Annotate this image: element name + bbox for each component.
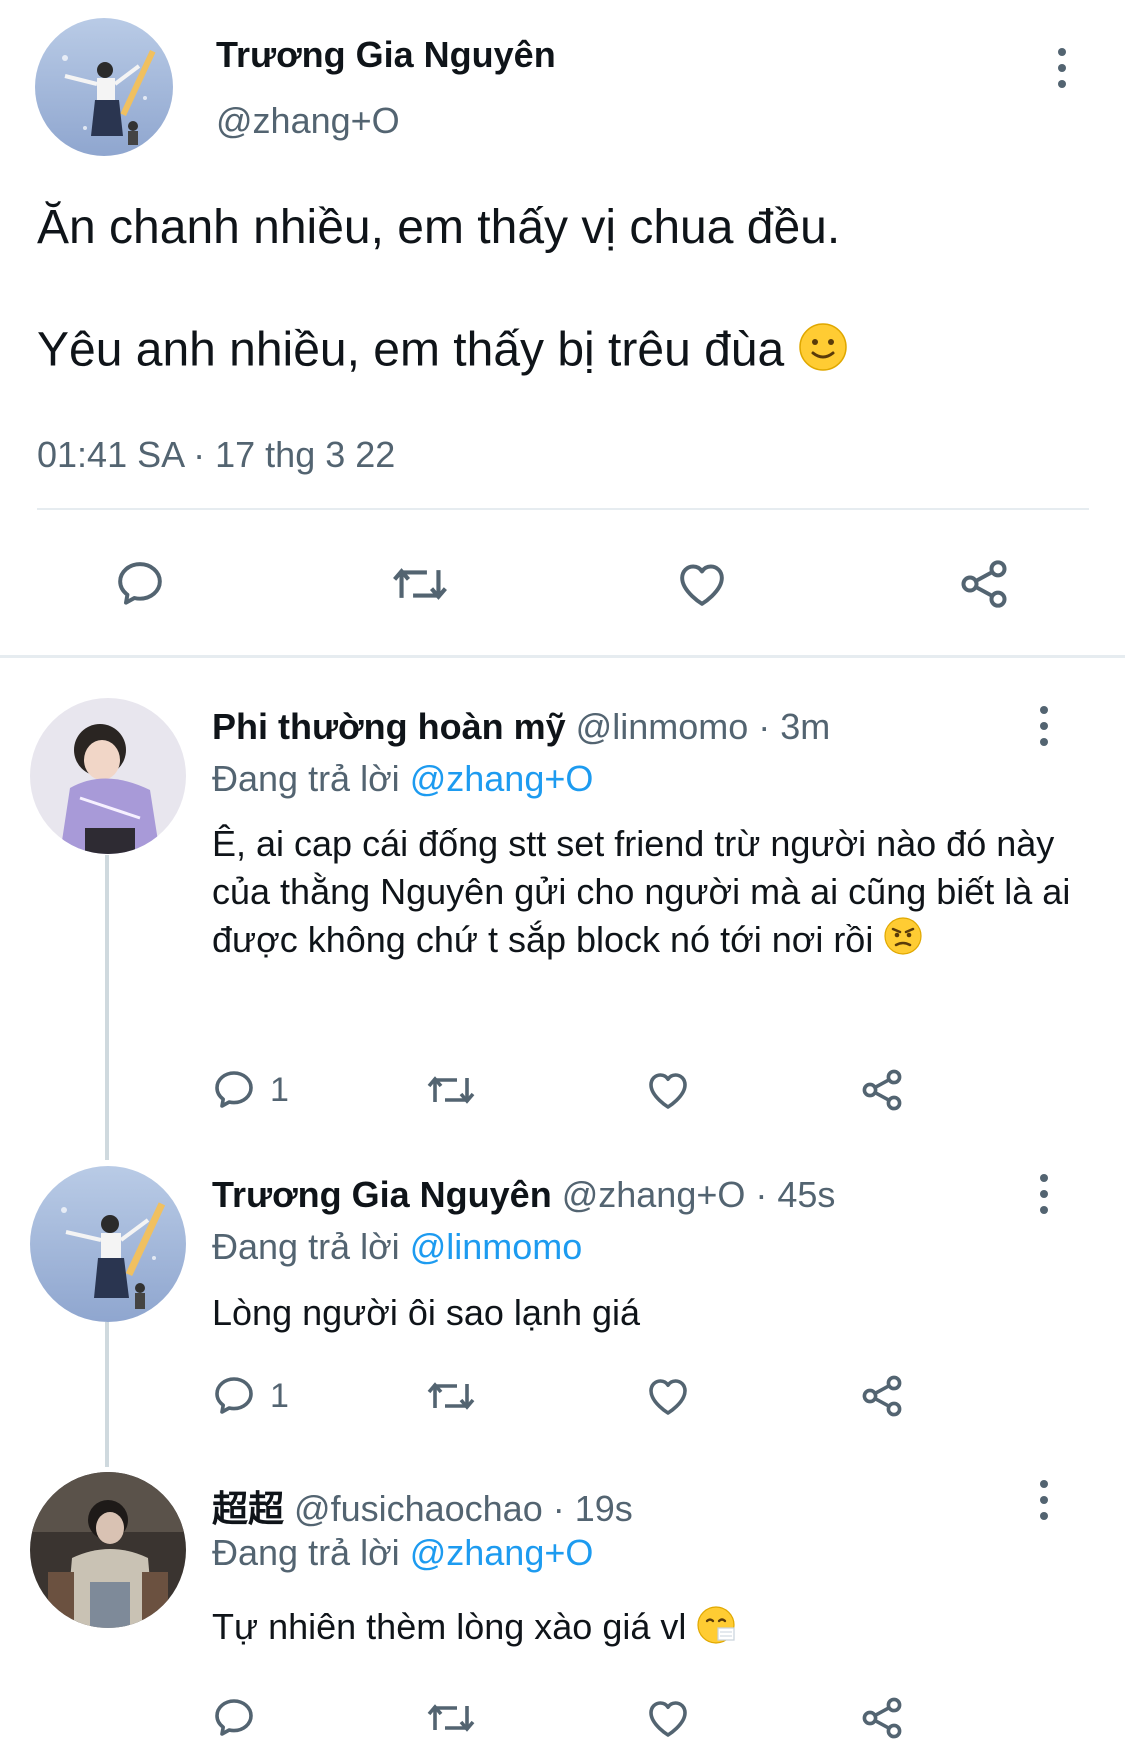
main-tweet-timestamp[interactable]: 01:41 SA · 17 thg 3 22 [37, 434, 395, 476]
reply-text: Tự nhiên thèm lòng xào giá vl [212, 1604, 738, 1655]
reply-time[interactable]: · 45s [755, 1174, 835, 1215]
more-vertical-icon[interactable] [1042, 48, 1082, 88]
angry-face-emoji-icon [883, 916, 923, 968]
retweet-button[interactable] [390, 556, 450, 612]
heart-icon [680, 564, 724, 606]
replying-to: Đang trả lời @zhang+O [212, 758, 594, 799]
divider [37, 508, 1089, 510]
replying-to-link[interactable]: @zhang+O [410, 758, 594, 799]
like-button[interactable] [644, 1372, 692, 1420]
share-icon [862, 1375, 902, 1417]
reply-header: Trương Gia Nguyên @zhang+O · 45s [212, 1174, 835, 1216]
retweet-icon [393, 568, 447, 600]
like-button[interactable] [674, 556, 730, 612]
retweet-icon [427, 1076, 475, 1104]
reply-text: Lòng người ôi sao lạnh giá [212, 1292, 641, 1333]
reply-time[interactable]: · 19s [553, 1488, 633, 1529]
thread-line [105, 855, 109, 1160]
reply-author-handle[interactable]: @linmomo [576, 706, 749, 747]
reply-button[interactable] [112, 556, 168, 612]
replying-to-link[interactable]: @linmomo [410, 1226, 583, 1267]
reply-button[interactable] [210, 1694, 270, 1742]
replying-to: Đang trả lời @linmomo [212, 1226, 583, 1267]
reply-count: 1 [270, 1376, 289, 1415]
main-author-handle[interactable]: @zhang+O [216, 100, 400, 142]
thread-line [105, 1322, 109, 1467]
retweet-button[interactable] [424, 1066, 478, 1114]
like-button[interactable] [644, 1694, 692, 1742]
share-button[interactable] [858, 1694, 906, 1742]
retweet-button[interactable] [424, 1694, 478, 1742]
slight-smile-emoji-icon [798, 322, 848, 384]
reply-time[interactable]: · 3m [758, 706, 830, 747]
reply-text: Ê, ai cap cái đống stt set friend trừ ng… [212, 820, 1072, 968]
reply-count: 1 [270, 1070, 289, 1109]
reply-author-avatar[interactable] [30, 1166, 186, 1322]
like-button[interactable] [644, 1066, 692, 1114]
more-vertical-icon[interactable] [1024, 1480, 1064, 1520]
main-tweet-text-line2: Yêu anh nhiều, em thấy bị trêu đùa [37, 322, 848, 384]
main-author-name[interactable]: Trương Gia Nguyên [216, 34, 556, 76]
more-vertical-icon[interactable] [1024, 706, 1064, 746]
retweet-icon [427, 1382, 475, 1410]
speech-bubble-icon [215, 1071, 253, 1108]
reply-author-handle[interactable]: @fusichaochao [294, 1488, 543, 1529]
heart-icon [649, 1073, 687, 1109]
reply-author-name[interactable]: Phi thường hoàn mỹ [212, 706, 566, 747]
more-vertical-icon[interactable] [1024, 1174, 1064, 1214]
replying-to: Đang trả lời @zhang+O [212, 1532, 594, 1573]
share-icon [862, 1069, 902, 1111]
reply-header: 超超 @fusichaochao · 19s [212, 1480, 633, 1532]
reply-author-avatar[interactable] [30, 1472, 186, 1628]
reply-author-name[interactable]: Trương Gia Nguyên [212, 1174, 552, 1215]
reply-author-handle[interactable]: @zhang+O [562, 1174, 746, 1215]
share-button[interactable] [858, 1066, 906, 1114]
speech-bubble-icon [118, 562, 162, 605]
section-divider [0, 655, 1125, 658]
sneezing-face-emoji-icon [696, 1604, 738, 1655]
share-button[interactable] [956, 556, 1012, 612]
reply-header: Phi thường hoàn mỹ @linmomo · 3m [212, 706, 830, 748]
retweet-icon [427, 1704, 475, 1732]
speech-bubble-icon [215, 1699, 253, 1736]
main-tweet-text-line1: Ăn chanh nhiều, em thấy vị chua đều. [37, 201, 841, 254]
retweet-button[interactable] [424, 1372, 478, 1420]
share-icon [862, 1697, 902, 1739]
replying-to-link[interactable]: @zhang+O [410, 1532, 594, 1573]
heart-icon [649, 1701, 687, 1737]
reply-button[interactable]: 1 [210, 1066, 289, 1114]
reply-author-avatar[interactable] [30, 698, 186, 854]
reply-button[interactable]: 1 [210, 1372, 289, 1420]
share-icon [961, 560, 1007, 608]
heart-icon [649, 1379, 687, 1415]
main-author-avatar[interactable] [35, 18, 173, 156]
speech-bubble-icon [215, 1377, 253, 1414]
reply-author-name[interactable]: 超超 [212, 1489, 284, 1530]
share-button[interactable] [858, 1372, 906, 1420]
